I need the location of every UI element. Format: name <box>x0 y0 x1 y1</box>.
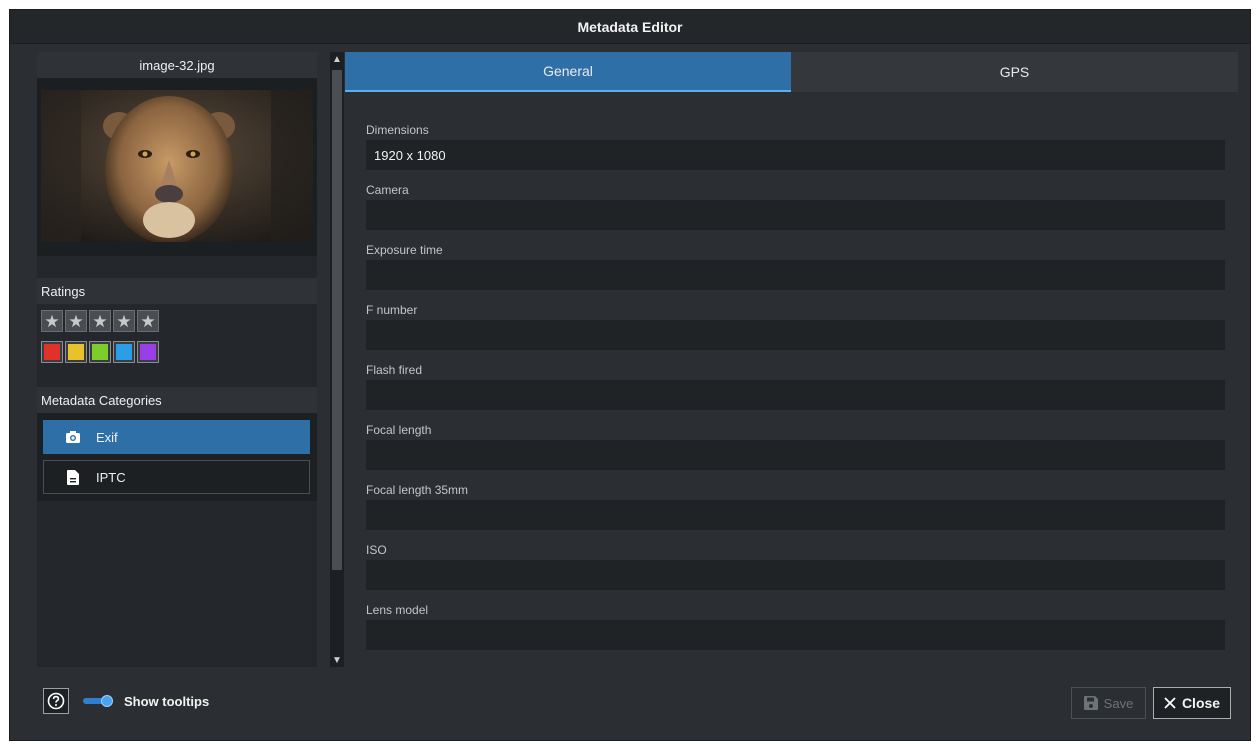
window-title: Metadata Editor <box>10 10 1250 44</box>
document-icon <box>66 469 80 485</box>
camera-icon <box>66 429 80 445</box>
rating-star-4[interactable]: ★ <box>113 310 135 332</box>
category-exif[interactable]: Exif <box>43 420 310 454</box>
field-f-number: F number <box>366 300 1225 350</box>
close-label: Close <box>1181 695 1221 711</box>
scroll-down-arrow[interactable]: ▼ <box>330 653 344 667</box>
focal-length-input[interactable] <box>366 440 1225 470</box>
f-number-input[interactable] <box>366 320 1225 350</box>
field-label: F number <box>366 303 418 317</box>
tab-gps[interactable]: GPS <box>791 52 1238 92</box>
field-label: Dimensions <box>366 123 429 137</box>
field-label: Focal length <box>366 423 432 437</box>
ratings-header: Ratings <box>37 278 317 304</box>
vertical-scrollbar[interactable]: ▲ ▼ <box>330 52 344 667</box>
metadata-categories-header: Metadata Categories <box>37 387 317 413</box>
color-label-red[interactable] <box>41 341 63 363</box>
field-label: ISO <box>366 543 387 557</box>
field-dimensions: Dimensions 1920 x 1080 <box>366 120 1225 170</box>
dimensions-input[interactable]: 1920 x 1080 <box>366 140 1225 170</box>
color-label-yellow[interactable] <box>65 341 87 363</box>
field-iso: ISO <box>366 540 1225 590</box>
scrollbar-thumb[interactable] <box>332 70 342 570</box>
image-preview <box>37 78 317 256</box>
field-label: Lens model <box>366 603 429 617</box>
tab-bar: General GPS <box>345 52 1238 92</box>
color-label-blue[interactable] <box>113 341 135 363</box>
field-label: Flash fired <box>366 363 423 377</box>
show-tooltips-toggle[interactable] <box>83 695 113 707</box>
field-label: Camera <box>366 183 409 197</box>
field-focal-length-35mm: Focal length 35mm <box>366 480 1225 530</box>
star-rating: ★ ★ ★ ★ ★ <box>41 310 159 332</box>
field-label: Exposure time <box>366 243 443 257</box>
rating-star-1[interactable]: ★ <box>41 310 63 332</box>
color-label-green[interactable] <box>89 341 111 363</box>
field-focal-length: Focal length <box>366 420 1225 470</box>
field-camera: Camera <box>366 180 1225 230</box>
category-iptc[interactable]: IPTC <box>43 460 310 494</box>
close-icon <box>1164 697 1176 709</box>
save-label: Save <box>1103 695 1134 711</box>
save-button[interactable]: Save <box>1071 687 1146 719</box>
category-list: Exif IPTC <box>37 413 317 501</box>
show-tooltips-label: Show tooltips <box>124 694 210 709</box>
save-icon <box>1083 696 1098 710</box>
left-panel: image-32.jpg Ratings ★ ★ ★ ★ ★ Metadata … <box>37 52 317 667</box>
category-label: IPTC <box>96 469 126 485</box>
color-label-purple[interactable] <box>137 341 159 363</box>
rating-star-3[interactable]: ★ <box>89 310 111 332</box>
lens-model-input[interactable] <box>366 620 1225 650</box>
category-label: Exif <box>96 429 118 445</box>
close-button[interactable]: Close <box>1153 687 1231 719</box>
file-name: image-32.jpg <box>37 52 317 78</box>
color-labels <box>41 341 159 363</box>
help-icon <box>47 692 65 710</box>
field-label: Focal length 35mm <box>366 483 469 497</box>
field-lens-model: Lens model <box>366 600 1225 650</box>
rating-star-5[interactable]: ★ <box>137 310 159 332</box>
tab-general[interactable]: General <box>345 52 791 92</box>
help-button[interactable] <box>43 688 69 714</box>
field-exposure-time: Exposure time <box>366 240 1225 290</box>
lioness-photo <box>41 90 313 242</box>
scroll-up-arrow[interactable]: ▲ <box>330 52 344 66</box>
toggle-knob <box>101 695 113 707</box>
camera-input[interactable] <box>366 200 1225 230</box>
field-flash-fired: Flash fired <box>366 360 1225 410</box>
rating-star-2[interactable]: ★ <box>65 310 87 332</box>
exposure-time-input[interactable] <box>366 260 1225 290</box>
focal-length-35mm-input[interactable] <box>366 500 1225 530</box>
flash-fired-input[interactable] <box>366 380 1225 410</box>
iso-input[interactable] <box>366 560 1225 590</box>
